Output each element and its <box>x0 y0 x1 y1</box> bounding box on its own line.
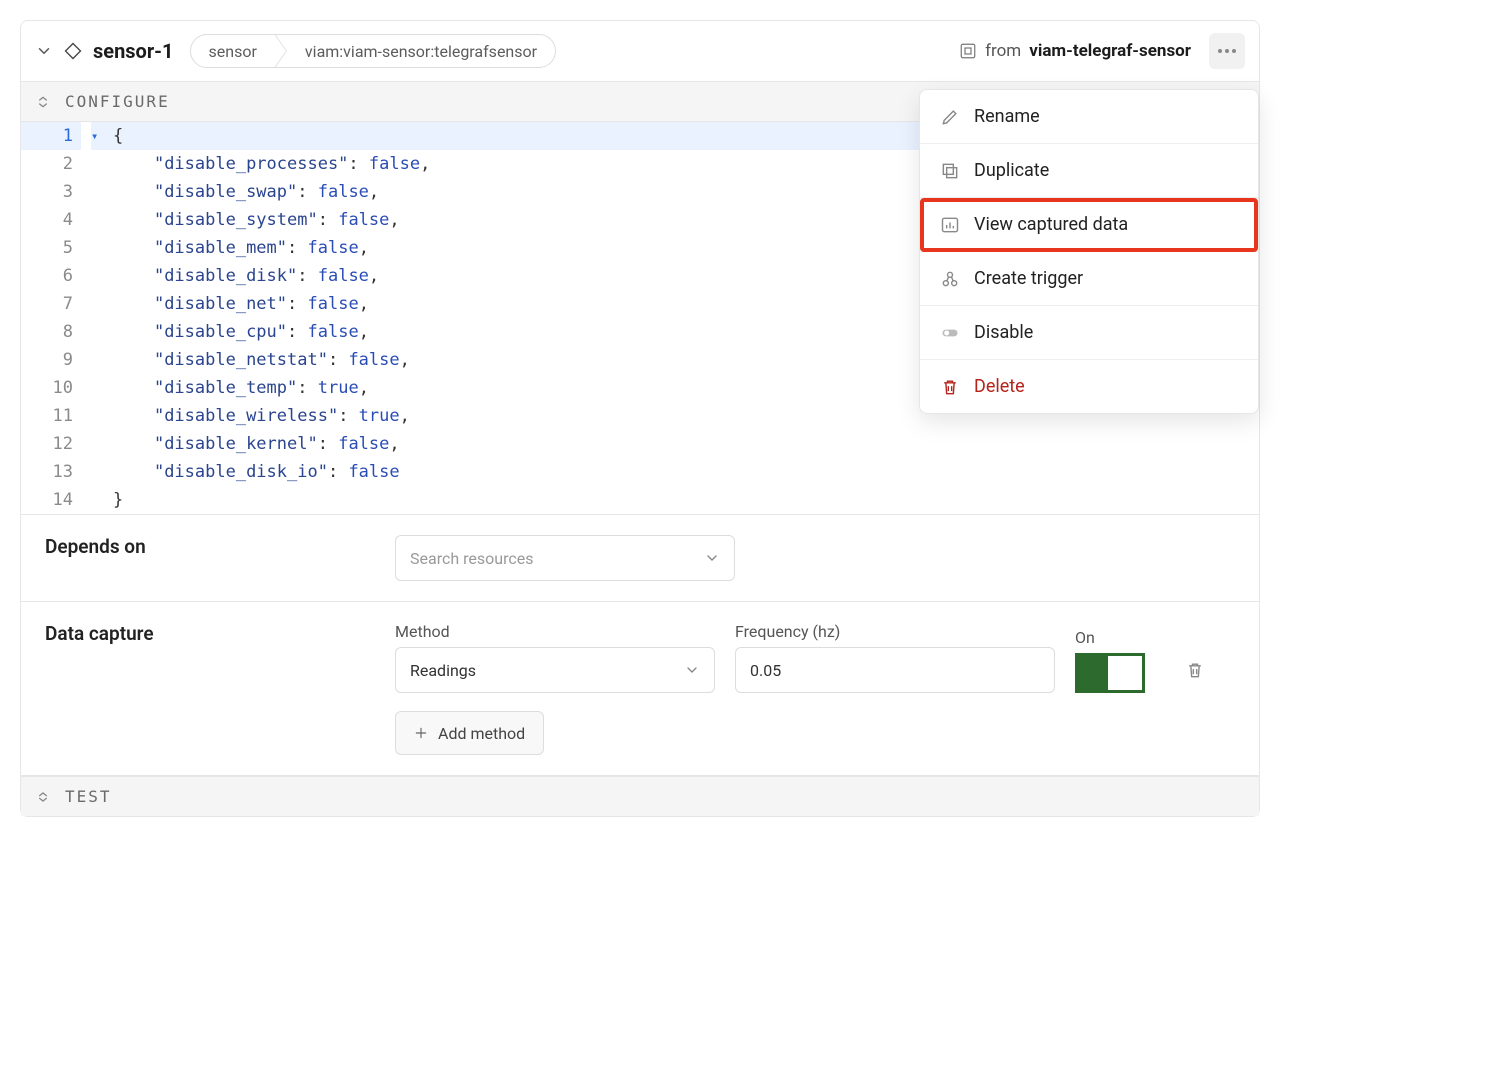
trash-icon <box>940 377 960 397</box>
frequency-value: 0.05 <box>750 661 781 680</box>
pencil-icon <box>940 107 960 127</box>
plus-icon <box>414 726 428 740</box>
chevron-down-icon[interactable] <box>35 42 53 60</box>
delete-method-icon[interactable] <box>1185 660 1205 680</box>
component-icon <box>63 41 83 61</box>
data-capture-section: Data capture Method Readings Frequency (… <box>21 602 1259 776</box>
depends-on-section: Depends on Search resources <box>21 515 1259 602</box>
method-value: Readings <box>410 661 476 680</box>
depends-on-label: Depends on <box>45 535 355 581</box>
chevron-down-icon <box>684 662 700 678</box>
toggle-off-icon <box>940 323 960 343</box>
webhook-icon <box>940 269 960 289</box>
menu-item-duplicate[interactable]: Duplicate <box>920 144 1258 198</box>
breadcrumb-divider <box>275 34 287 68</box>
menu-item-disable[interactable]: Disable <box>920 306 1258 360</box>
breadcrumb-type: sensor <box>191 35 275 67</box>
method-label: Method <box>395 622 715 641</box>
add-method-label: Add method <box>438 724 525 743</box>
collapse-icon <box>35 94 51 110</box>
depends-on-search[interactable]: Search resources <box>395 535 735 581</box>
actions-menu: Rename Duplicate View captured data Crea… <box>919 89 1259 414</box>
menu-label: Create trigger <box>974 268 1083 289</box>
module-name: viam-telegraf-sensor <box>1029 41 1191 61</box>
configure-label: CONFIGURE <box>65 92 170 111</box>
menu-label: Delete <box>974 376 1025 397</box>
frequency-input[interactable]: 0.05 <box>735 647 1055 693</box>
more-horizontal-icon <box>1217 48 1237 54</box>
menu-label: Duplicate <box>974 160 1049 181</box>
model-breadcrumb[interactable]: sensor viam:viam-sensor:telegrafsensor <box>190 34 557 68</box>
component-name: sensor-1 <box>93 39 174 63</box>
menu-label: Disable <box>974 322 1033 343</box>
chevron-down-icon <box>704 550 720 566</box>
capture-toggle[interactable] <box>1075 653 1145 693</box>
expand-icon <box>35 789 51 805</box>
add-method-button[interactable]: Add method <box>395 711 544 755</box>
frequency-label: Frequency (hz) <box>735 622 1055 641</box>
test-section-header[interactable]: TEST <box>21 776 1259 816</box>
panel-header: sensor-1 sensor viam:viam-sensor:telegra… <box>21 21 1259 81</box>
data-capture-label: Data capture <box>45 622 355 755</box>
menu-item-delete[interactable]: Delete <box>920 360 1258 413</box>
module-icon <box>959 42 977 60</box>
more-button[interactable] <box>1209 33 1245 69</box>
menu-item-view-data[interactable]: View captured data <box>920 198 1258 252</box>
menu-label: Rename <box>974 106 1040 127</box>
component-panel: sensor-1 sensor viam:viam-sensor:telegra… <box>20 20 1260 817</box>
search-placeholder: Search resources <box>410 549 533 568</box>
duplicate-icon <box>940 161 960 181</box>
test-label: TEST <box>65 787 112 806</box>
breadcrumb-model: viam:viam-sensor:telegrafsensor <box>287 35 555 67</box>
from-label: from <box>985 41 1021 61</box>
on-label: On <box>1075 628 1165 647</box>
menu-label: View captured data <box>974 214 1128 235</box>
from-module[interactable]: from viam-telegraf-sensor <box>959 41 1191 61</box>
chart-icon <box>940 215 960 235</box>
menu-item-create-trigger[interactable]: Create trigger <box>920 252 1258 306</box>
menu-item-rename[interactable]: Rename <box>920 90 1258 144</box>
method-select[interactable]: Readings <box>395 647 715 693</box>
